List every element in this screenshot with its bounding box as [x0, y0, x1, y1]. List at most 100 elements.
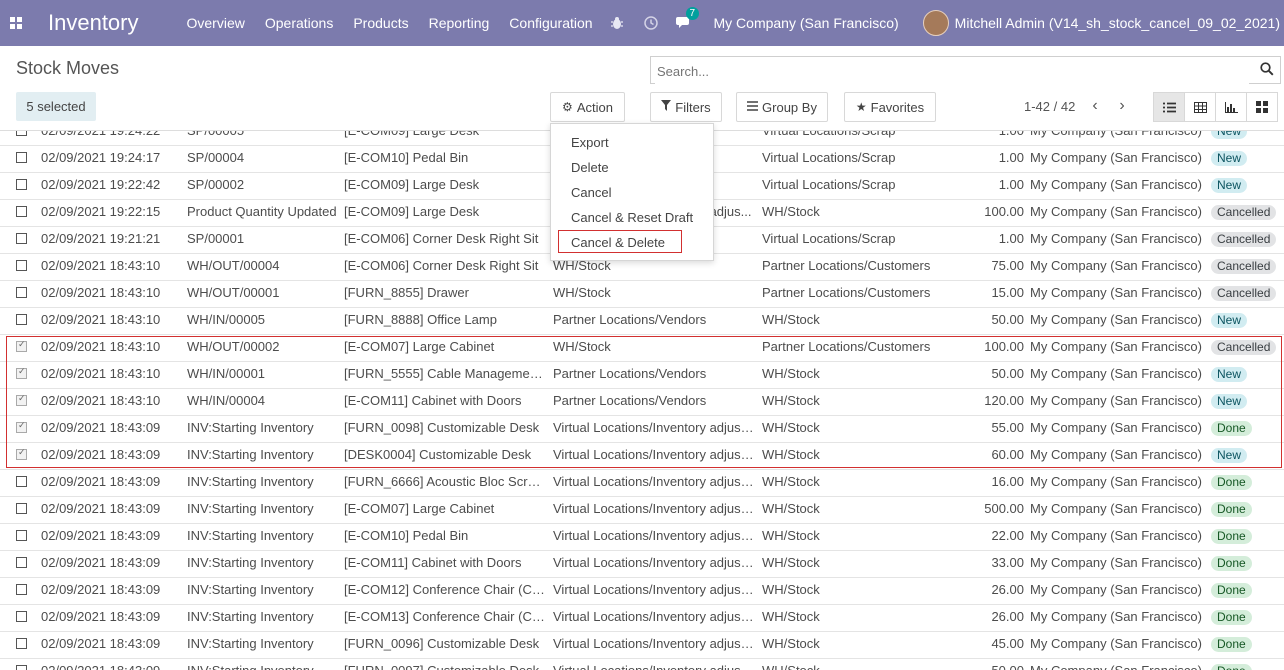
status-badge: Cancelled — [1211, 259, 1277, 274]
cell-product: [E-COM11] Cabinet with Doors — [344, 555, 522, 570]
row-checkbox[interactable] — [16, 584, 27, 595]
bars-icon — [747, 100, 759, 114]
table-row[interactable]: 02/09/2021 18:43:10 WH/OUT/00002 [E-COM07]… — [0, 334, 1284, 362]
menu-overview[interactable]: Overview — [187, 15, 245, 31]
row-checkbox[interactable] — [16, 260, 27, 271]
menu-item-delete[interactable]: Delete — [571, 160, 609, 175]
row-checkbox[interactable] — [16, 557, 27, 568]
action-button[interactable]: ⚙ Action — [550, 92, 625, 122]
row-checkbox[interactable] — [16, 476, 27, 487]
status-badge: Done — [1211, 421, 1252, 436]
row-checkbox[interactable] — [16, 638, 27, 649]
chat-icon[interactable]: 7 — [675, 6, 700, 32]
row-checkbox[interactable] — [16, 611, 27, 622]
table-row[interactable]: 02/09/2021 18:43:09 INV:Starting Inventor… — [0, 658, 1284, 670]
table-row[interactable]: 02/09/2021 18:43:09 INV:Starting Inventor… — [0, 496, 1284, 524]
page-title: Stock Moves — [16, 58, 120, 78]
menu-products[interactable]: Products — [353, 15, 408, 31]
list-view-icon[interactable] — [1153, 92, 1185, 122]
group-by-button[interactable]: Group By — [736, 92, 828, 122]
cell-company: My Company (San Francisco) — [1030, 609, 1202, 624]
table-row[interactable]: 02/09/2021 18:43:10 WH/IN/00005 [FURN_8888… — [0, 307, 1284, 335]
menu-configuration[interactable]: Configuration — [509, 15, 592, 31]
table-row[interactable]: 02/09/2021 18:43:10 WH/OUT/00001 [FURN_885… — [0, 280, 1284, 308]
company-switcher[interactable]: My Company (San Francisco) — [714, 15, 899, 31]
row-checkbox[interactable] — [16, 665, 27, 670]
row-checkbox[interactable] — [16, 314, 27, 325]
table-row[interactable]: 02/09/2021 18:43:09 INV:Starting Inventor… — [0, 631, 1284, 659]
row-checkbox[interactable] — [16, 420, 27, 433]
row-checkbox[interactable] — [16, 503, 27, 514]
table-row[interactable]: 02/09/2021 18:43:09 INV:Starting Inventor… — [0, 415, 1284, 443]
cell-product: [E-COM11] Cabinet with Doors — [344, 393, 522, 408]
cell-product: [FURN_0097] Customizable Desk — [344, 658, 546, 670]
cell-to-location: WH/Stock — [762, 582, 820, 597]
table-row[interactable]: 02/09/2021 18:43:10 WH/IN/00001 [FURN_5555… — [0, 361, 1284, 389]
row-checkbox[interactable] — [16, 152, 27, 163]
user-menu[interactable]: Mitchell Admin (V14_sh_stock_cancel_09_0… — [955, 15, 1280, 31]
pager-next-icon[interactable]: › — [1112, 96, 1132, 116]
cell-date: 02/09/2021 18:43:09 — [41, 555, 161, 570]
table-row[interactable]: 02/09/2021 18:43:09 INV:Starting Inventor… — [0, 442, 1284, 470]
cell-quantity: 50.00 — [962, 658, 1024, 670]
table-row[interactable]: 02/09/2021 18:43:09 INV:Starting Inventor… — [0, 523, 1284, 551]
search-input[interactable] — [655, 58, 1249, 84]
pager-value[interactable]: 1-42 / 42 — [1024, 99, 1075, 114]
row-checkbox[interactable] — [16, 131, 27, 136]
cell-company: My Company (San Francisco) — [1030, 339, 1202, 354]
app-title[interactable]: Inventory — [48, 10, 139, 36]
menu-reporting[interactable]: Reporting — [429, 15, 490, 31]
table-row[interactable]: 02/09/2021 18:43:10 WH/IN/00004 [E-COM11] … — [0, 388, 1284, 416]
table-row[interactable]: 02/09/2021 18:43:09 INV:Starting Inventor… — [0, 469, 1284, 497]
menu-item-export[interactable]: Export — [571, 135, 609, 150]
cell-company: My Company (San Francisco) — [1030, 204, 1202, 219]
selected-count-badge: 5 selected — [16, 92, 96, 121]
search-icon[interactable] — [1260, 62, 1274, 76]
cell-reference: WH/OUT/00004 — [187, 258, 280, 273]
menu-item-cancel[interactable]: Cancel — [571, 185, 611, 200]
row-checkbox[interactable] — [16, 339, 27, 352]
table-row[interactable]: 02/09/2021 18:43:09 INV:Starting Inventor… — [0, 577, 1284, 605]
cell-date: 02/09/2021 19:24:17 — [41, 150, 161, 165]
cell-company: My Company (San Francisco) — [1030, 366, 1202, 381]
avatar[interactable] — [922, 10, 949, 36]
row-checkbox[interactable] — [16, 179, 27, 190]
status-badge: New — [1211, 178, 1248, 193]
row-checkbox[interactable] — [16, 447, 27, 460]
row-checkbox[interactable] — [16, 206, 27, 217]
cell-from-location: Virtual Locations/Inventory adjustment — [553, 609, 757, 624]
row-checkbox[interactable] — [16, 233, 27, 244]
status-badge: Cancelled — [1211, 232, 1277, 247]
cell-reference: SP/00001 — [187, 231, 245, 246]
favorites-button[interactable]: ★ Favorites — [844, 92, 936, 122]
status-badge: Done — [1211, 637, 1252, 652]
cell-quantity: 100.00 — [984, 339, 1024, 354]
cell-company: My Company (San Francisco) — [1030, 312, 1202, 327]
pager-previous-icon[interactable]: ‹ — [1085, 96, 1105, 116]
row-checkbox[interactable] — [16, 530, 27, 541]
row-checkbox[interactable] — [16, 366, 27, 379]
table-row[interactable]: 02/09/2021 18:43:09 INV:Starting Inventor… — [0, 550, 1284, 578]
filters-button[interactable]: Filters — [650, 92, 722, 122]
menu-operations[interactable]: Operations — [265, 15, 333, 31]
cell-to-location: WH/Stock — [762, 393, 820, 408]
pivot-view-icon[interactable] — [1184, 92, 1216, 122]
table-row[interactable]: 02/09/2021 18:43:09 INV:Starting Inventor… — [0, 604, 1284, 632]
row-checkbox[interactable] — [16, 393, 27, 406]
cell-to-location: WH/Stock — [762, 555, 820, 570]
cell-date: 02/09/2021 18:43:09 — [41, 501, 161, 516]
cell-product: [E-COM10] Pedal Bin — [344, 150, 469, 165]
row-checkbox[interactable] — [16, 287, 27, 298]
cell-product: [FURN_5555] Cable Management Box — [344, 366, 546, 381]
kanban-view-icon[interactable] — [1246, 92, 1278, 122]
apps-menu-icon[interactable] — [0, 0, 32, 46]
clock-icon[interactable] — [642, 14, 660, 32]
graph-view-icon[interactable] — [1215, 92, 1247, 122]
cell-quantity: 500.00 — [984, 501, 1024, 516]
cell-quantity: 26.00 — [991, 609, 1024, 624]
cell-from-location: Virtual Locations/Inventory adjustment — [553, 420, 757, 435]
menu-item-cancel-reset-draft[interactable]: Cancel & Reset Draft — [571, 210, 693, 225]
bug-icon[interactable] — [608, 14, 626, 32]
cell-product: [E-COM06] Corner Desk Right Sit — [344, 231, 539, 246]
cell-product: [FURN_0098] Customizable Desk — [344, 420, 540, 435]
